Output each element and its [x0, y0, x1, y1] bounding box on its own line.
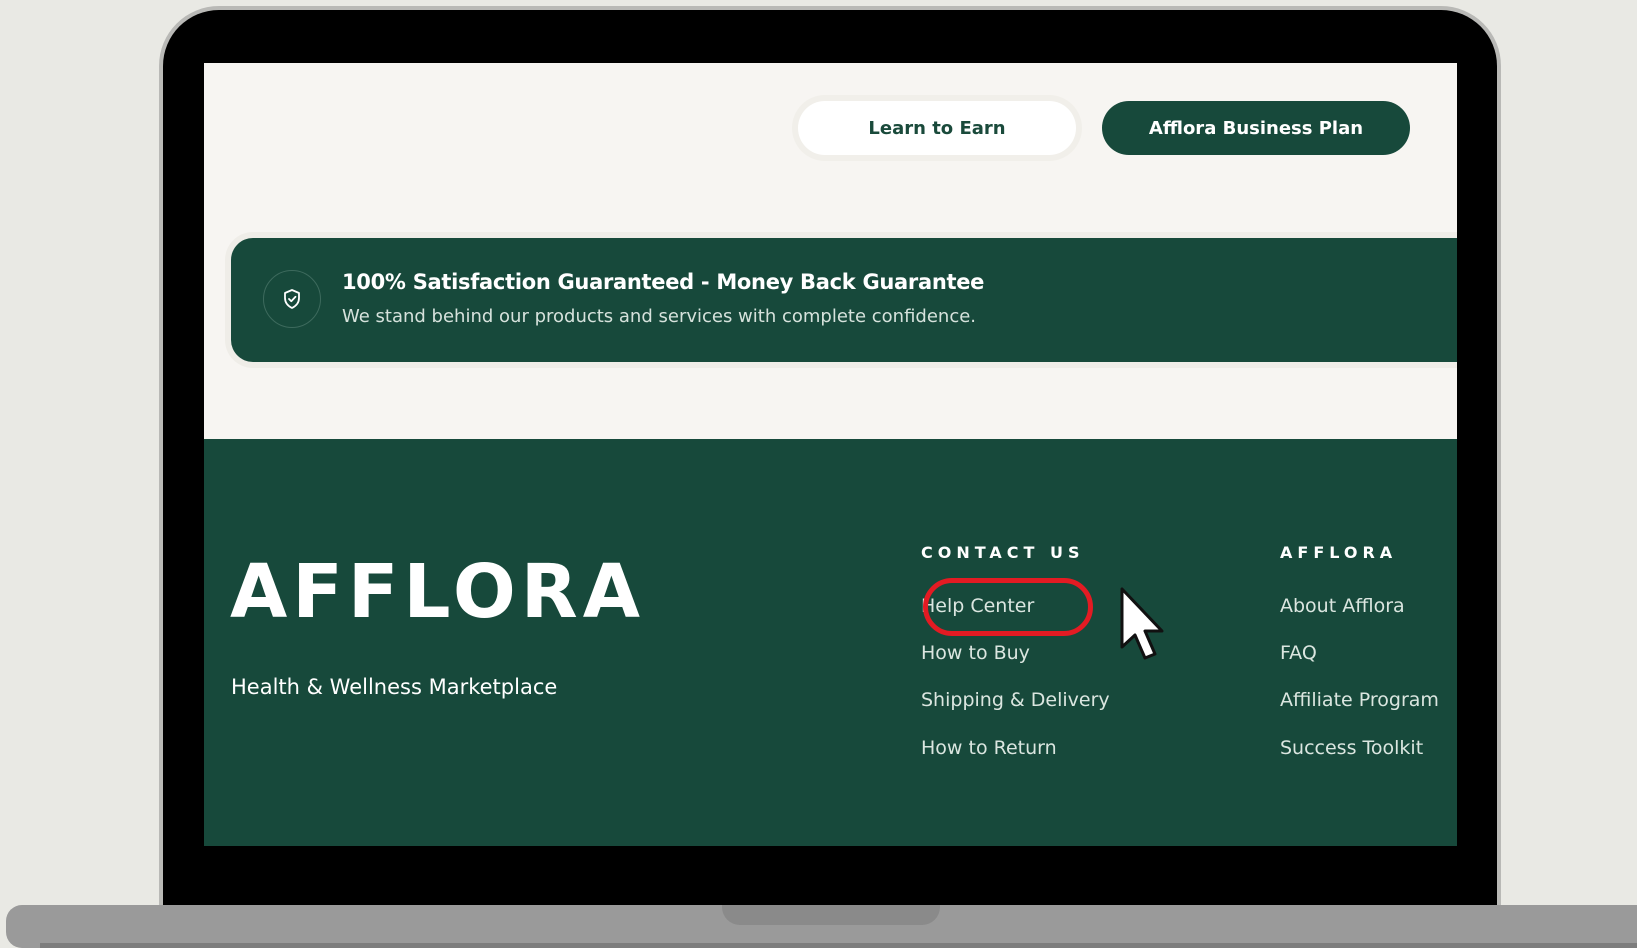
guarantee-title: 100% Satisfaction Guaranteed - Money Bac…: [342, 270, 985, 294]
contact-us-heading: CONTACT US: [921, 543, 1085, 562]
about-afflora-link[interactable]: About Afflora: [1280, 595, 1405, 617]
mouse-cursor-icon: [1120, 587, 1164, 660]
afflora-logo[interactable]: AFFLORA: [230, 555, 645, 629]
shield-check-icon: [263, 270, 321, 328]
affiliate-program-link[interactable]: Affiliate Program: [1280, 689, 1439, 711]
site-footer: AFFLORA Health & Wellness Marketplace CO…: [204, 439, 1457, 846]
laptop-base-edge: [40, 943, 1637, 948]
success-toolkit-link[interactable]: Success Toolkit: [1280, 737, 1423, 759]
laptop-screen: Learn to Earn Afflora Business Plan 100%…: [204, 63, 1457, 846]
how-to-return-link[interactable]: How to Return: [921, 737, 1057, 759]
footer-tagline: Health & Wellness Marketplace: [231, 675, 558, 699]
how-to-buy-link[interactable]: How to Buy: [921, 642, 1030, 664]
stage: Learn to Earn Afflora Business Plan 100%…: [0, 0, 1637, 948]
laptop-hinge-notch: [722, 905, 940, 925]
shipping-delivery-link[interactable]: Shipping & Delivery: [921, 689, 1110, 711]
afflora-heading: AFFLORA: [1280, 543, 1398, 562]
learn-to-earn-button[interactable]: Learn to Earn: [798, 101, 1076, 155]
faq-link[interactable]: FAQ: [1280, 642, 1317, 664]
guarantee-banner: 100% Satisfaction Guaranteed - Money Bac…: [231, 238, 1457, 362]
business-plan-button[interactable]: Afflora Business Plan: [1102, 101, 1410, 155]
guarantee-subtitle: We stand behind our products and service…: [342, 306, 977, 327]
help-center-highlight-ring: [923, 578, 1093, 636]
